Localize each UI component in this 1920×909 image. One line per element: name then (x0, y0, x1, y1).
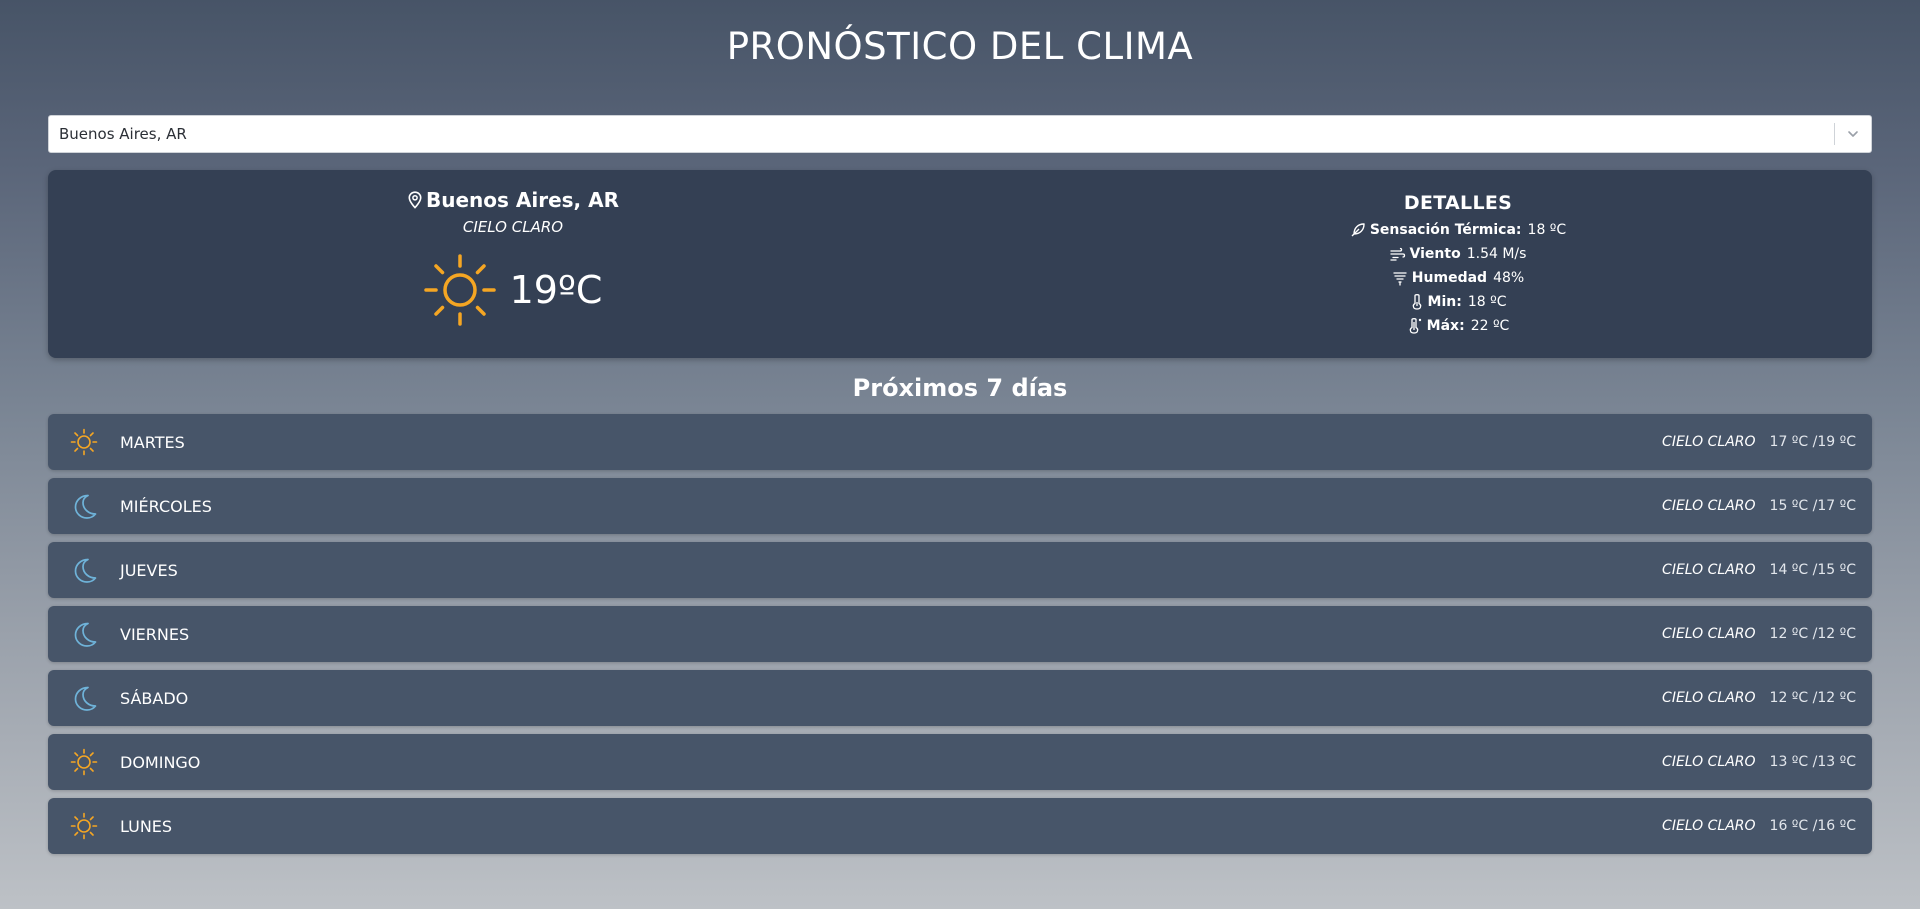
sun-icon (423, 254, 496, 326)
detail-max-label: Máx: (1426, 318, 1465, 334)
forecast-day-description: CIELO CLARO (1662, 498, 1756, 514)
moon-icon (70, 556, 98, 584)
forecast-day-name: MARTES (120, 432, 185, 452)
forecast-title: Próximos 7 días (852, 374, 1068, 402)
city-select[interactable]: Buenos Aires, AR (48, 115, 1872, 153)
forecast-day-description: CIELO CLARO (1662, 626, 1756, 642)
sun-icon (70, 428, 98, 456)
detail-min-label: Min: (1427, 294, 1462, 310)
sun-icon (70, 748, 98, 776)
current-weather-card: Buenos Aires, AR CIELO CLARO 19ºC DETALL… (48, 170, 1872, 358)
forecast-day-temps: 12 ºC /12 ºC (1769, 626, 1856, 642)
detail-humidity: Humedad 48% (1248, 266, 1668, 290)
forecast-day-temps: 14 ºC /15 ºC (1769, 562, 1856, 578)
forecast-row[interactable]: SÁBADO CIELO CLARO 12 ºC /12 ºC (48, 670, 1872, 726)
feather-icon (1351, 223, 1365, 237)
page-title: PRONÓSTICO DEL CLIMA (726, 25, 1194, 68)
location-pin-icon (408, 191, 422, 209)
current-temp-row: 19ºC (48, 254, 978, 326)
detail-feels-like-value: 18 ºC (1527, 222, 1567, 238)
forecast-day-description: CIELO CLARO (1662, 818, 1756, 834)
forecast-day-name: MIÉRCOLES (120, 496, 212, 516)
city-select-value[interactable]: Buenos Aires, AR (49, 125, 1834, 143)
forecast-row[interactable]: VIERNES CIELO CLARO 12 ºC /12 ºC (48, 606, 1872, 662)
forecast-day-name: VIERNES (120, 624, 190, 644)
forecast-day-temps: 15 ºC /17 ºC (1769, 498, 1856, 514)
forecast-day-temps: 17 ºC /19 ºC (1769, 434, 1856, 450)
forecast-day-description: CIELO CLARO (1662, 690, 1756, 706)
detail-wind-value: 1.54 M/s (1466, 246, 1527, 262)
forecast-row[interactable]: MARTES CIELO CLARO 17 ºC /19 ºC (48, 414, 1872, 470)
detail-feels-like: Sensación Térmica: 18 ºC (1248, 218, 1668, 242)
forecast-day-name: LUNES (120, 816, 173, 836)
forecast-day-temps: 16 ºC /16 ºC (1769, 818, 1856, 834)
detail-min-value: 18 ºC (1467, 294, 1507, 310)
humidity-icon (1393, 272, 1407, 286)
details-title: DETALLES (1403, 192, 1513, 214)
detail-max: Máx: 22 ºC (1248, 314, 1668, 338)
detail-wind-label: Viento (1409, 246, 1461, 262)
forecast-row[interactable]: LUNES CIELO CLARO 16 ºC /16 ºC (48, 798, 1872, 854)
moon-icon (70, 620, 98, 648)
forecast-day-temps: 13 ºC /13 ºC (1769, 754, 1856, 770)
detail-max-value: 22 ºC (1470, 318, 1510, 334)
forecast-row[interactable]: JUEVES CIELO CLARO 14 ºC /15 ºC (48, 542, 1872, 598)
forecast-day-name: SÁBADO (120, 688, 189, 708)
current-location-name: Buenos Aires, AR (426, 188, 619, 212)
current-weather-summary: Buenos Aires, AR CIELO CLARO 19ºC (48, 170, 978, 358)
moon-icon (70, 492, 98, 520)
chevron-down-icon[interactable] (1835, 115, 1871, 153)
current-temperature: 19ºC (509, 268, 603, 312)
forecast-list: MARTES CIELO CLARO 17 ºC /19 ºC MIÉRCOLE… (48, 414, 1872, 862)
detail-min: Min: 18 ºC (1248, 290, 1668, 314)
wind-icon (1389, 247, 1405, 261)
detail-humidity-value: 48% (1493, 270, 1525, 286)
detail-feels-like-label: Sensación Térmica: (1369, 222, 1522, 238)
thermometer-low-icon (1412, 294, 1421, 310)
forecast-row[interactable]: MIÉRCOLES CIELO CLARO 15 ºC /17 ºC (48, 478, 1872, 534)
forecast-day-name: JUEVES (120, 560, 178, 580)
detail-humidity-label: Humedad (1411, 270, 1488, 286)
forecast-day-name: DOMINGO (120, 752, 201, 772)
current-description: CIELO CLARO (462, 218, 564, 236)
moon-icon (70, 684, 98, 712)
thermometer-high-icon (1409, 318, 1421, 334)
forecast-day-description: CIELO CLARO (1662, 562, 1756, 578)
details-panel: DETALLES Sensación Térmica: 18 ºC Viento… (1248, 192, 1668, 338)
sun-icon (70, 812, 98, 840)
forecast-row[interactable]: DOMINGO CIELO CLARO 13 ºC /13 ºC (48, 734, 1872, 790)
forecast-day-description: CIELO CLARO (1662, 434, 1756, 450)
detail-wind: Viento 1.54 M/s (1248, 242, 1668, 266)
current-location: Buenos Aires, AR (48, 188, 978, 212)
forecast-day-description: CIELO CLARO (1662, 754, 1756, 770)
forecast-day-temps: 12 ºC /12 ºC (1769, 690, 1856, 706)
